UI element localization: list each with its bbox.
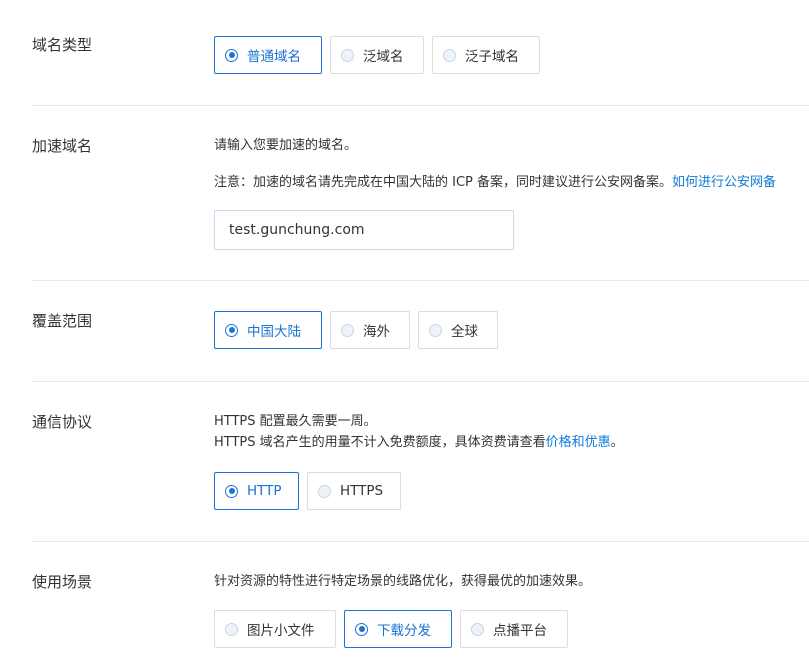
- radio-unselected-icon: [429, 323, 442, 337]
- radio-global[interactable]: 全球: [418, 311, 498, 349]
- pricing-link[interactable]: 价格和优惠: [546, 435, 611, 450]
- icp-notice: 注意：加速的域名请先完成在中国大陆的 ICP 备案，同时建议进行公安网备案。如何…: [214, 174, 776, 192]
- domain-type-radio-group: 普通域名 泛域名 泛子域名: [214, 36, 540, 74]
- radio-vod-platform[interactable]: 点播平台: [460, 610, 568, 648]
- radio-label: 普通域名: [247, 49, 301, 65]
- https-pricing-text: HTTPS 域名产生的用量不计入免费额度，具体资费请查看: [214, 435, 546, 450]
- radio-unselected-icon: [341, 48, 354, 62]
- radio-selected-icon: [225, 323, 238, 337]
- radio-selected-icon: [355, 622, 368, 636]
- domain-type-label: 域名类型: [32, 36, 93, 54]
- radio-label: 泛域名: [363, 49, 404, 65]
- scenario-hint: 针对资源的特性进行特定场景的线路优化，获得最优的加速效果。: [214, 574, 592, 589]
- domain-input[interactable]: [214, 210, 514, 250]
- section-divider: [32, 381, 809, 382]
- radio-label: 中国大陆: [247, 324, 301, 340]
- radio-label: 下载分发: [377, 623, 431, 639]
- radio-overseas[interactable]: 海外: [330, 311, 410, 349]
- domain-hint: 请输入您要加速的域名。: [214, 138, 358, 153]
- radio-https[interactable]: HTTPS: [307, 472, 401, 510]
- https-config-note: HTTPS 配置最久需要一周。: [214, 414, 377, 429]
- section-divider: [32, 280, 809, 281]
- radio-unselected-icon: [318, 484, 331, 498]
- icp-notice-text: 注意：加速的域名请先完成在中国大陆的 ICP 备案，同时建议进行公安网备案。: [214, 175, 673, 190]
- https-pricing-note: HTTPS 域名产生的用量不计入免费额度，具体资费请查看价格和优惠。: [214, 434, 624, 452]
- radio-mainland-china[interactable]: 中国大陆: [214, 311, 322, 349]
- radio-unselected-icon: [443, 48, 456, 62]
- police-filing-link[interactable]: 如何进行公安网备: [672, 175, 776, 190]
- radio-image-small-files[interactable]: 图片小文件: [214, 610, 336, 648]
- radio-label: 点播平台: [493, 623, 547, 639]
- section-divider: [32, 105, 809, 106]
- radio-label: HTTPS: [340, 483, 384, 499]
- radio-selected-icon: [225, 484, 238, 498]
- radio-unselected-icon: [341, 323, 354, 337]
- radio-label: 泛子域名: [465, 49, 519, 65]
- radio-label: 海外: [363, 324, 390, 340]
- radio-normal-domain[interactable]: 普通域名: [214, 36, 322, 74]
- radio-label: 图片小文件: [247, 623, 315, 639]
- scenario-label: 使用场景: [32, 573, 93, 591]
- radio-download-distribution[interactable]: 下载分发: [344, 610, 452, 648]
- radio-label: HTTP: [247, 483, 282, 499]
- acceleration-domain-label: 加速域名: [32, 137, 93, 155]
- scenario-radio-group: 图片小文件 下载分发 点播平台: [214, 610, 568, 648]
- section-divider: [32, 541, 809, 542]
- radio-selected-icon: [225, 48, 238, 62]
- radio-label: 全球: [451, 324, 478, 340]
- protocol-label: 通信协议: [32, 413, 93, 431]
- https-pricing-end: 。: [610, 435, 624, 450]
- radio-http[interactable]: HTTP: [214, 472, 299, 510]
- radio-unselected-icon: [471, 622, 484, 636]
- radio-unselected-icon: [225, 622, 238, 636]
- protocol-radio-group: HTTP HTTPS: [214, 472, 401, 510]
- coverage-label: 覆盖范围: [32, 312, 93, 330]
- radio-wildcard-subdomain[interactable]: 泛子域名: [432, 36, 540, 74]
- coverage-radio-group: 中国大陆 海外 全球: [214, 311, 498, 349]
- radio-wildcard-domain[interactable]: 泛域名: [330, 36, 424, 74]
